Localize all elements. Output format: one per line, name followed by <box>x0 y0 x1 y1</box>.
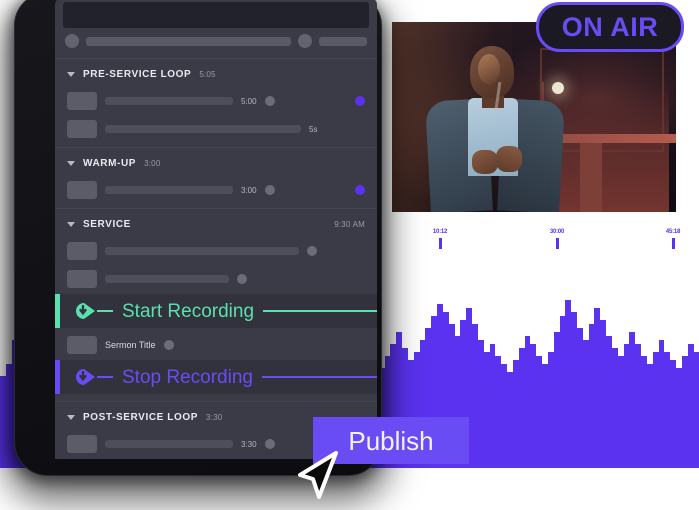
toolbar-action-icon[interactable] <box>298 34 312 48</box>
timeline-clip-row[interactable]: 5:00 <box>55 90 377 112</box>
app-toolbar[interactable] <box>55 28 377 54</box>
section-divider <box>55 401 377 402</box>
clip-status-dot[interactable] <box>163 340 174 350</box>
clip-progress-bar[interactable] <box>105 125 301 133</box>
waveform-bar <box>693 352 699 468</box>
clip-thumbnail[interactable] <box>67 435 97 453</box>
marker-connector <box>97 310 113 312</box>
timeline-clip-row[interactable] <box>55 268 377 290</box>
location-pin-down-arrow-icon[interactable] <box>75 302 97 320</box>
waveform-time-marker[interactable]: 30:00 <box>541 228 573 249</box>
waveform-tick <box>671 238 675 249</box>
waveform-tick <box>555 238 559 249</box>
timeline-clip-row[interactable] <box>55 240 377 262</box>
clip-status-dot[interactable] <box>264 96 275 106</box>
clip-progress-bar[interactable] <box>105 186 233 194</box>
section-duration: 5:05 <box>199 69 216 79</box>
section-duration: 9:30 AM <box>334 219 365 229</box>
mouse-cursor-icon <box>298 451 338 499</box>
device-screen: PRE-SERVICE LOOP 5:05 5:00 5s WARM-UP 3:00 3:0… <box>55 0 377 459</box>
section-title: POST-SERVICE LOOP <box>83 411 199 423</box>
clip-title: Sermon Title <box>105 340 156 350</box>
clip-duration: 5:00 <box>241 96 257 106</box>
waveform-time-label: 10:12 <box>432 229 448 235</box>
marker-edge-accent <box>55 360 60 394</box>
clip-progress-bar[interactable] <box>105 440 233 448</box>
clip-progress-bar[interactable] <box>105 275 229 283</box>
timeline-clip-row[interactable]: 3:00 <box>55 179 377 201</box>
waveform-tick <box>438 238 442 249</box>
clip-duration: 3:30 <box>241 439 257 449</box>
timeline-clip-row[interactable]: 5s <box>55 118 377 140</box>
clip-thumbnail[interactable] <box>67 92 97 110</box>
toolbar-divider <box>55 58 377 59</box>
clip-status-dot[interactable] <box>307 246 317 256</box>
marker-line <box>261 376 377 378</box>
marker-label: Start Recording <box>122 300 255 322</box>
publish-button-label: Publish <box>348 425 434 456</box>
timeline-clip-row[interactable]: Sermon Title <box>55 334 377 356</box>
clip-thumbnail[interactable] <box>67 336 97 354</box>
waveform-time-label: 45:18 <box>665 229 681 235</box>
app-title-bar <box>63 2 369 28</box>
location-pin-down-arrow-icon[interactable] <box>75 368 97 386</box>
clip-duration: 5s <box>309 124 318 134</box>
clip-status-dot[interactable] <box>264 185 275 195</box>
clip-active-indicator[interactable] <box>355 185 365 195</box>
timeline-marker-row[interactable]: Stop Recording <box>55 360 377 394</box>
timeline-list[interactable]: PRE-SERVICE LOOP 5:05 5:00 5s WARM-UP 3:00 3:0… <box>55 64 377 459</box>
clip-thumbnail[interactable] <box>67 242 97 260</box>
section-divider <box>55 147 377 148</box>
section-duration: 3:00 <box>144 158 161 168</box>
clip-progress-bar[interactable] <box>105 97 233 105</box>
section-title: WARM-UP <box>83 157 137 169</box>
section-title: PRE-SERVICE LOOP <box>83 68 192 80</box>
section-divider <box>55 208 377 209</box>
clip-thumbnail[interactable] <box>67 120 97 138</box>
tablet-device: PRE-SERVICE LOOP 5:05 5:00 5s WARM-UP 3:00 3:0… <box>14 0 382 476</box>
section-service[interactable]: SERVICE 9:30 AM <box>55 214 377 234</box>
screenshot-root: 10:12 30:00 45:18 ON AIR PRE-SERVICE LOO… <box>0 0 699 510</box>
marker-line <box>263 310 377 312</box>
clip-active-indicator[interactable] <box>355 96 365 106</box>
clip-thumbnail[interactable] <box>67 181 97 199</box>
timeline-marker-row[interactable]: Start Recording <box>55 294 377 328</box>
clip-duration: 3:00 <box>241 185 257 195</box>
speaker-figure <box>420 46 570 212</box>
toolbar-avatar-icon[interactable] <box>65 34 79 48</box>
clip-thumbnail[interactable] <box>67 270 97 288</box>
clip-status-dot[interactable] <box>237 274 247 284</box>
toolbar-search-field[interactable] <box>86 36 291 46</box>
waveform-time-marker[interactable]: 45:18 <box>657 228 689 249</box>
chevron-down-icon[interactable] <box>67 414 75 420</box>
section-warm-up[interactable]: WARM-UP 3:00 <box>55 153 377 173</box>
toolbar-button[interactable] <box>319 36 367 46</box>
waveform-time-label: 30:00 <box>549 229 565 235</box>
chevron-down-icon[interactable] <box>67 160 75 166</box>
marker-label: Stop Recording <box>122 366 253 388</box>
on-air-label: ON AIR <box>561 11 659 42</box>
chevron-down-icon[interactable] <box>67 221 75 227</box>
section-title: SERVICE <box>83 218 131 230</box>
waveform-time-marker[interactable]: 10:12 <box>424 228 456 249</box>
marker-connector <box>97 376 113 378</box>
clip-status-dot[interactable] <box>264 439 275 449</box>
section-duration: 3:30 <box>206 412 223 422</box>
section-pre-service-loop[interactable]: PRE-SERVICE LOOP 5:05 <box>55 64 377 84</box>
on-air-badge: ON AIR <box>536 2 684 52</box>
chevron-down-icon[interactable] <box>67 71 75 77</box>
clip-progress-bar[interactable] <box>105 247 299 255</box>
marker-edge-accent <box>55 294 60 328</box>
